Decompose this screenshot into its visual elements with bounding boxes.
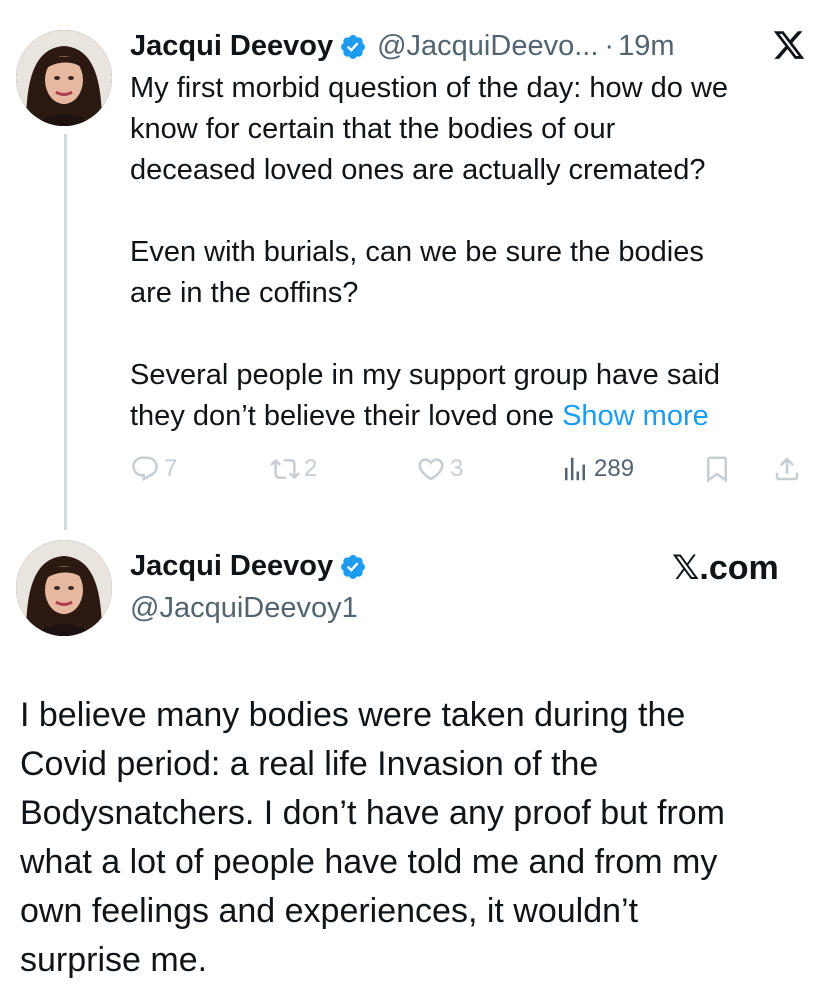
reply-count: 7	[164, 455, 178, 482]
tweet-header: Jacqui Deevoy @JacquiDeevo... · 19m	[130, 30, 674, 63]
views-count: 289	[594, 455, 635, 482]
share-button[interactable]	[772, 454, 802, 484]
timestamp[interactable]: 19m	[618, 30, 674, 63]
tweet-line: Several people in my support group have …	[130, 359, 721, 391]
like-button[interactable]: 3	[416, 454, 463, 484]
bookmark-button[interactable]	[702, 454, 732, 484]
views-icon	[565, 457, 585, 481]
repost-count: 2	[304, 455, 318, 482]
card-header: Jacqui Deevoy	[130, 550, 367, 583]
share-icon	[775, 457, 799, 481]
author-name[interactable]: Jacqui Deevoy	[130, 550, 333, 583]
tweet-line: Even with burials, can we be sure the bo…	[130, 236, 704, 268]
card-text: I believe many bodies were taken during …	[20, 696, 725, 979]
repost-button[interactable]: 2	[270, 454, 317, 484]
tweet-line: My first morbid question of the day: how…	[130, 72, 729, 104]
tweet-line: are in the coffins?	[130, 277, 359, 309]
author-name[interactable]: Jacqui Deevoy	[130, 30, 333, 63]
reply-icon	[132, 456, 158, 482]
x-logo-icon	[773, 31, 805, 59]
heart-icon	[418, 458, 444, 481]
bookmark-icon	[707, 456, 727, 483]
repost-icon	[270, 458, 300, 480]
tweet-text: My first morbid question of the day: how…	[130, 68, 810, 437]
action-bar: 7 2 3 289	[130, 452, 810, 492]
show-more-link[interactable]: Show more	[562, 400, 709, 432]
verified-badge-icon	[341, 34, 366, 59]
like-count: 3	[450, 455, 464, 482]
verified-badge-icon	[341, 554, 366, 579]
card-handle-row: @JacquiDeevoy1	[130, 592, 358, 625]
brand-label: 𝕏.com	[672, 549, 779, 587]
tweet-line: they don’t believe their loved one	[130, 400, 563, 432]
reply-button[interactable]: 7	[130, 454, 177, 484]
tweet-line: deceased loved ones are actually cremate…	[130, 154, 706, 186]
avatar[interactable]	[16, 540, 112, 636]
thread-line	[64, 134, 67, 530]
tweet-line: know for certain that the bodies of our	[130, 113, 616, 145]
author-handle[interactable]: @JacquiDeevoy1	[130, 592, 358, 625]
avatar[interactable]	[16, 30, 112, 126]
author-handle[interactable]: @JacquiDeevo...	[377, 30, 598, 63]
separator-dot: ·	[604, 30, 615, 62]
views-button[interactable]: 289	[560, 454, 634, 484]
